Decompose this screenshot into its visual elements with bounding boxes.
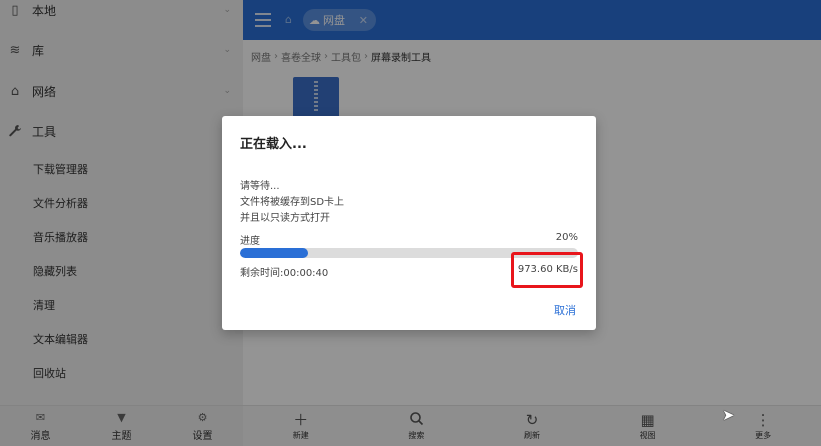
speed-highlight-box bbox=[511, 252, 583, 288]
dialog-message: 文件将被缓存到SD卡上 bbox=[240, 197, 345, 208]
cancel-button[interactable]: 取消 bbox=[554, 302, 576, 318]
dialog-message: 并且以只读方式打开 bbox=[240, 213, 330, 224]
remaining-time: 剩余时间:00:00:40 bbox=[240, 268, 329, 279]
progress-label: 进度 bbox=[240, 236, 260, 247]
mouse-cursor-icon: ➤ bbox=[722, 406, 735, 424]
loading-dialog: 正在载入... 请等待... 文件将被缓存到SD卡上 并且以只读方式打开 进度 … bbox=[222, 116, 596, 330]
progress-percent: 20% bbox=[555, 232, 578, 243]
progress-fill bbox=[240, 248, 308, 258]
dialog-message: 请等待... bbox=[240, 181, 280, 192]
dialog-title: 正在载入... bbox=[240, 137, 307, 152]
